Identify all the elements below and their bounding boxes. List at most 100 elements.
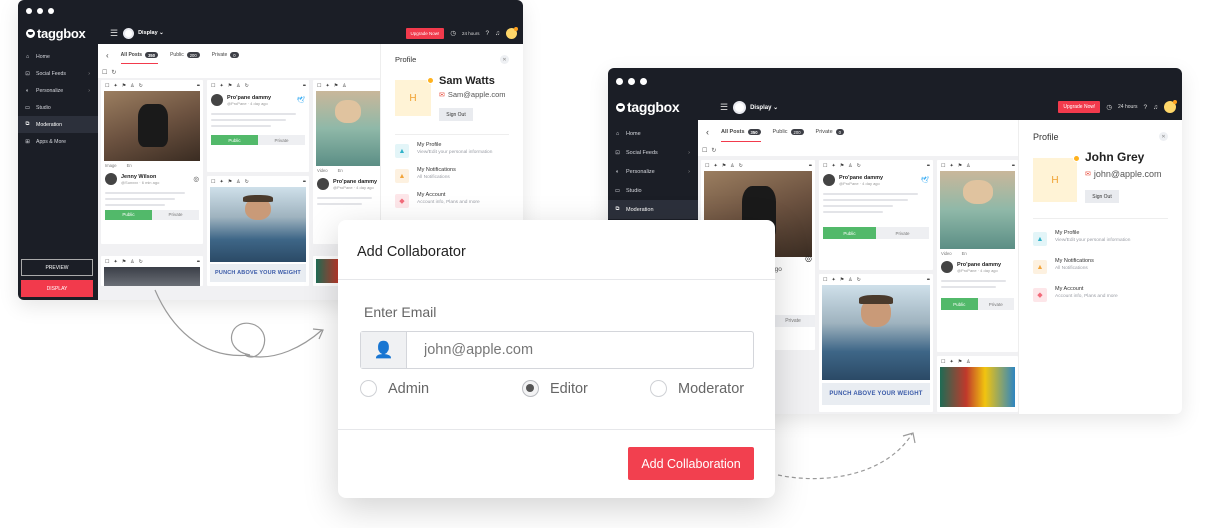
role-option-editor[interactable]: Editor: [522, 380, 588, 397]
flag-icon[interactable]: ⚑: [840, 163, 844, 169]
preview-button[interactable]: PREVIEW: [21, 259, 93, 276]
window-dot[interactable]: [26, 8, 32, 14]
taggbox-logo[interactable]: taggbox: [26, 26, 102, 41]
post-card[interactable]: ☐ ✦ ⚑ ♙ ↻ ••• PUNCH ABOVE YOUR WEIGHT: [819, 274, 933, 412]
refresh-icon[interactable]: ↻: [857, 277, 861, 283]
sidebar-item-studio[interactable]: ▭ Studio: [608, 181, 698, 200]
card-checkbox[interactable]: ☐: [105, 259, 109, 265]
menu-icon[interactable]: ☰: [110, 28, 118, 39]
post-card[interactable]: ☐ ✦ ⚑ ♙ ••• Video En Pro'pane dammy @ProPane ·…: [937, 160, 1018, 352]
role-option-moderator[interactable]: Moderator: [650, 380, 744, 397]
display-dropdown[interactable]: Display ⌄: [138, 30, 164, 36]
sign-out-button[interactable]: Sign Out: [1085, 190, 1119, 203]
display-button[interactable]: DISPLAY: [21, 280, 93, 297]
window-dot[interactable]: [48, 8, 54, 14]
window-dot[interactable]: [640, 77, 647, 85]
user-icon[interactable]: ♙: [130, 259, 134, 265]
tab-private[interactable]: Private 0: [212, 44, 239, 66]
flag-icon[interactable]: ⚑: [840, 277, 844, 283]
more-icon[interactable]: •••: [303, 179, 306, 185]
pin-icon[interactable]: ✦: [113, 259, 117, 265]
radio-button[interactable]: [360, 380, 377, 397]
post-card[interactable]: ☐ ✦ ⚑ ♙ ↻ ••• Pro'pane dammy @ProPane · 4 day …: [819, 160, 933, 270]
menu-my-account[interactable]: ◆ My Account Account info, Plans and more: [1033, 286, 1168, 308]
more-icon[interactable]: •••: [927, 277, 930, 283]
refresh-icon[interactable]: ↻: [111, 69, 116, 76]
post-card[interactable]: ☐ ✦ ⚑ ♙: [937, 356, 1018, 412]
pin-icon[interactable]: ✦: [713, 163, 717, 169]
pin-icon[interactable]: ✦: [949, 359, 953, 365]
back-icon[interactable]: ‹: [706, 127, 709, 137]
public-button[interactable]: Public: [823, 227, 876, 239]
card-checkbox[interactable]: ☐: [823, 163, 827, 169]
radio-button-selected[interactable]: [522, 380, 539, 397]
card-checkbox[interactable]: ☐: [317, 83, 321, 89]
sidebar-item-studio[interactable]: ▭ Studio: [18, 99, 98, 116]
sidebar-item-personalize[interactable]: ◐ Personalize ›: [18, 82, 98, 99]
sidebar-item-moderation[interactable]: ⧉ Moderation: [18, 116, 98, 133]
flag-icon[interactable]: ⚑: [334, 83, 338, 89]
more-icon[interactable]: •••: [927, 163, 930, 169]
user-icon[interactable]: ♙: [342, 83, 346, 89]
user-icon[interactable]: ♙: [848, 277, 852, 283]
menu-my-notifications[interactable]: ▲ My Notifications All Notifications: [1033, 258, 1168, 280]
pin-icon[interactable]: ✦: [325, 83, 329, 89]
back-icon[interactable]: ‹: [106, 51, 109, 60]
post-card[interactable]: ☐ ✦ ⚑ ♙ ↻ ••• Pro'pane dammy @ProPane · 4 day …: [207, 80, 309, 172]
user-avatar[interactable]: [1164, 100, 1177, 113]
more-icon[interactable]: •••: [809, 163, 812, 169]
bell-icon[interactable]: ♫: [1153, 104, 1158, 111]
flag-icon[interactable]: ⚑: [122, 259, 126, 265]
select-all-checkbox[interactable]: ☐: [702, 147, 707, 154]
post-card[interactable]: ☐ ✦ ⚑ ♙ ↻ ••• PUNCH ABOVE YOUR WEIGHT: [207, 176, 309, 286]
display-dropdown[interactable]: Display ⌄: [750, 104, 778, 111]
window-dot[interactable]: [616, 77, 623, 85]
sidebar-item-moderation[interactable]: ⧉ Moderation: [608, 200, 698, 219]
upgrade-button[interactable]: Upgrade Now!: [1058, 101, 1101, 113]
more-icon[interactable]: •••: [303, 83, 306, 89]
private-button[interactable]: Private: [977, 298, 1014, 310]
menu-my-notifications[interactable]: ▲ My Notifications All Notifications: [395, 167, 509, 189]
radio-button[interactable]: [650, 380, 667, 397]
card-checkbox[interactable]: ☐: [705, 163, 709, 169]
sidebar-item-home[interactable]: ⌂ Home: [608, 124, 698, 143]
post-card[interactable]: ☐ ✦ ⚑ ♙ ↻ •••: [101, 256, 203, 286]
pin-icon[interactable]: ✦: [219, 179, 223, 185]
more-icon[interactable]: •••: [197, 259, 200, 265]
tab-public[interactable]: Public 200: [170, 44, 200, 66]
sign-out-button[interactable]: Sign Out: [439, 108, 473, 121]
public-button[interactable]: Public: [941, 298, 978, 310]
sidebar-item-apps[interactable]: ⊞ Apps & More: [18, 133, 98, 150]
pin-icon[interactable]: ✦: [949, 163, 953, 169]
close-icon[interactable]: ✕: [500, 55, 509, 64]
sidebar-item-personalize[interactable]: ◐ Personalize ›: [608, 162, 698, 181]
tab-all-posts[interactable]: All Posts 350: [721, 120, 761, 144]
card-checkbox[interactable]: ☐: [211, 179, 215, 185]
private-button[interactable]: Private: [258, 135, 305, 145]
tab-public[interactable]: Public 200: [773, 120, 804, 144]
sidebar-item-social-feeds[interactable]: ⊡ Social Feeds ›: [18, 65, 98, 82]
window-dot[interactable]: [628, 77, 635, 85]
user-icon[interactable]: ♙: [130, 83, 134, 89]
pin-icon[interactable]: ✦: [219, 83, 223, 89]
refresh-icon[interactable]: ↻: [739, 163, 743, 169]
user-icon[interactable]: ♙: [730, 163, 734, 169]
menu-icon[interactable]: ☰: [720, 102, 728, 113]
sidebar-item-home[interactable]: ⌂ Home: [18, 48, 98, 65]
refresh-icon[interactable]: ↻: [245, 83, 249, 89]
menu-my-account[interactable]: ◆ My Account Account info, Plans and more: [395, 192, 509, 214]
user-icon[interactable]: ♙: [236, 179, 240, 185]
user-icon[interactable]: ♙: [966, 163, 970, 169]
private-button[interactable]: Private: [152, 209, 199, 220]
select-all-checkbox[interactable]: ☐: [102, 69, 107, 76]
more-icon[interactable]: •••: [1012, 163, 1015, 169]
user-avatar[interactable]: [506, 26, 518, 39]
tab-all-posts[interactable]: All Posts 350: [120, 44, 159, 66]
private-button[interactable]: Private: [771, 315, 815, 327]
post-card[interactable]: ☐ ✦ ⚑ ♙ ↻ ••• Image En Jenny Wilson @Sunxxx · 6…: [101, 80, 203, 244]
sidebar-item-social-feeds[interactable]: ⊡ Social Feeds ›: [608, 143, 698, 162]
flag-icon[interactable]: ⚑: [958, 359, 962, 365]
role-option-admin[interactable]: Admin: [360, 380, 429, 397]
upgrade-button[interactable]: Upgrade Now!: [405, 27, 445, 39]
help-icon[interactable]: ?: [486, 30, 490, 37]
